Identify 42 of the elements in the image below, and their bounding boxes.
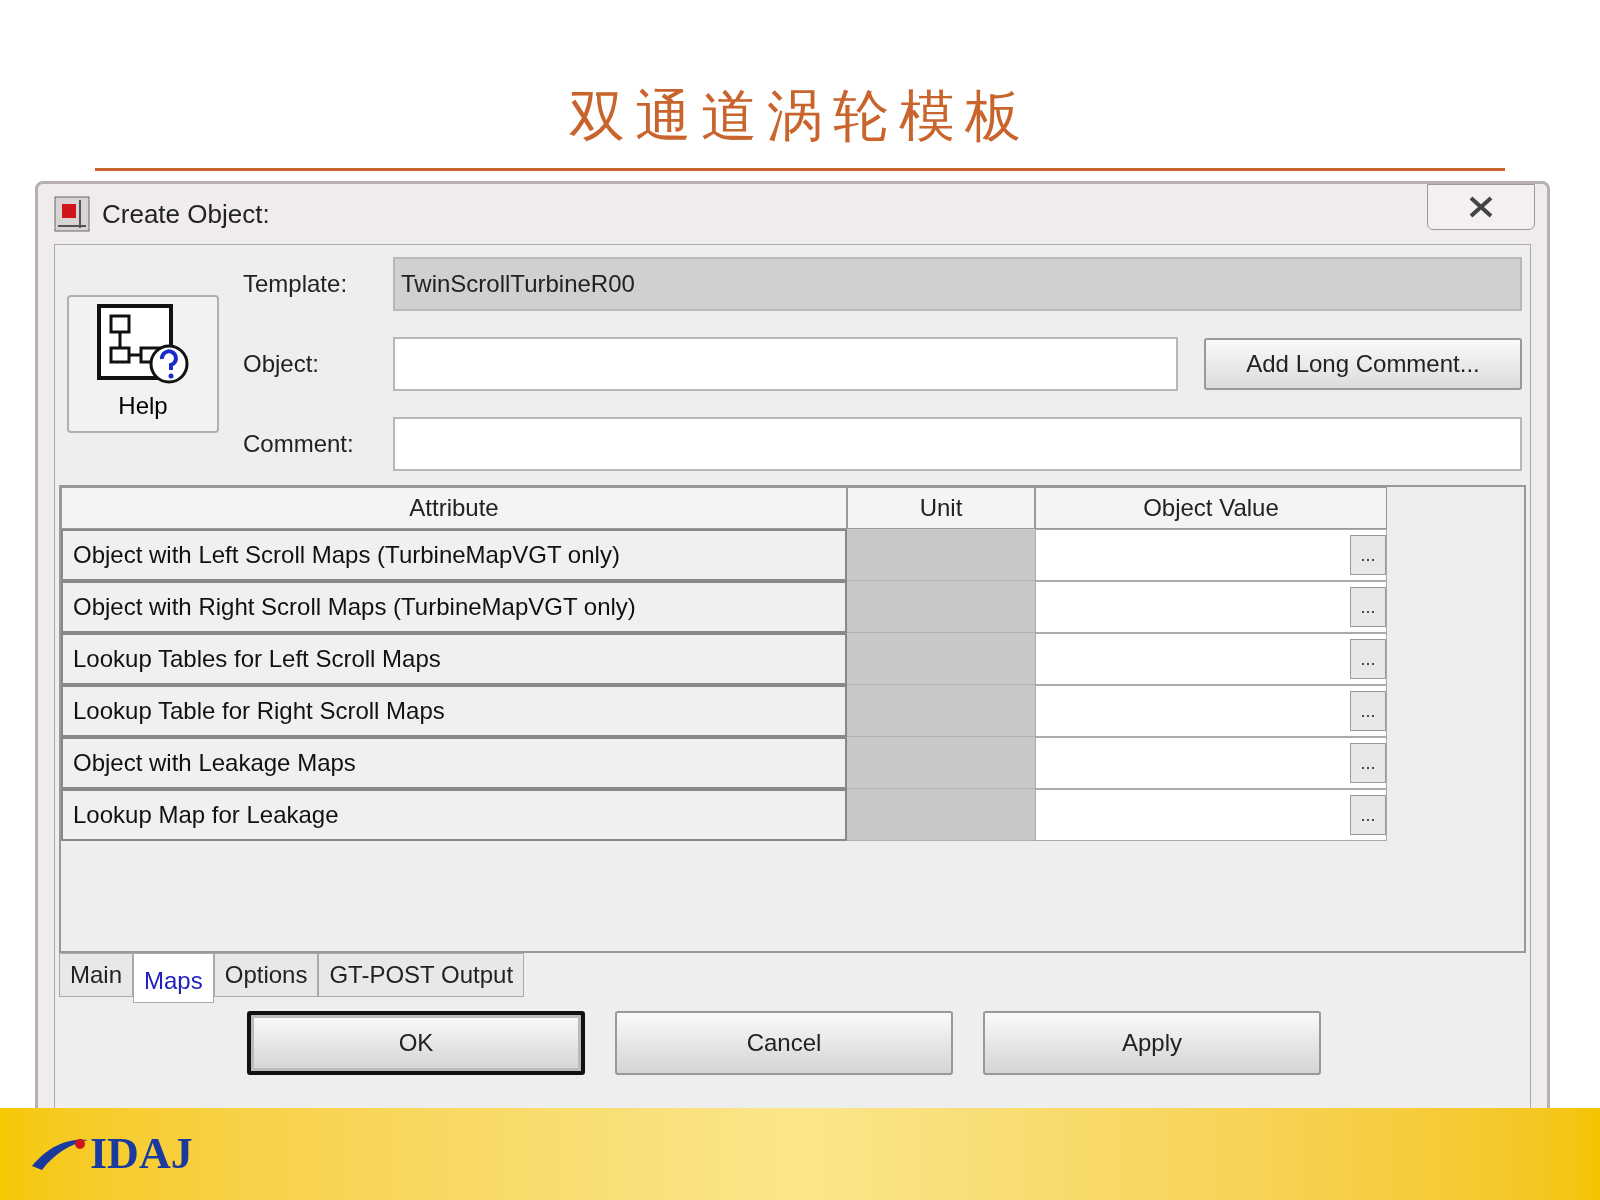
tab[interactable]: Main xyxy=(59,953,134,997)
dialog-button[interactable]: OK xyxy=(247,1011,585,1075)
column-header: Attribute xyxy=(61,487,847,529)
column-header: Unit xyxy=(847,487,1035,529)
attribute-cell: Lookup Map for Leakage xyxy=(61,789,847,841)
tab[interactable]: Maps xyxy=(133,953,214,1003)
close-icon xyxy=(1467,195,1495,219)
value-cell[interactable]: ... xyxy=(1035,633,1387,685)
help-button[interactable]: Help xyxy=(67,295,219,433)
browse-button[interactable]: ... xyxy=(1350,743,1386,783)
attribute-cell: Lookup Tables for Left Scroll Maps xyxy=(61,633,847,685)
browse-button[interactable]: ... xyxy=(1350,795,1386,835)
field-label: Comment: xyxy=(243,429,355,459)
field-label: Object: xyxy=(243,349,321,379)
app-icon xyxy=(54,196,90,232)
column-header: Object Value xyxy=(1035,487,1387,529)
value-cell[interactable]: ... xyxy=(1035,529,1387,581)
tab[interactable]: GT-POST Output xyxy=(318,953,525,997)
value-cell[interactable]: ... xyxy=(1035,737,1387,789)
close-button[interactable] xyxy=(1427,184,1535,230)
tab[interactable]: Options xyxy=(213,953,319,997)
add-comment-button[interactable]: Add Long Comment... xyxy=(1204,338,1522,390)
attribute-cell: Lookup Table for Right Scroll Maps xyxy=(61,685,847,737)
diagram-help-icon xyxy=(97,304,189,386)
attribute-cell: Object with Right Scroll Maps (TurbineMapVGT only) xyxy=(61,581,847,633)
attribute-cell: Object with Leakage Maps xyxy=(61,737,847,789)
browse-button[interactable]: ... xyxy=(1350,535,1386,575)
value-cell[interactable]: ... xyxy=(1035,581,1387,633)
logo-text: IDAJ xyxy=(90,1128,193,1180)
window-title: Create Object: xyxy=(102,197,270,231)
browse-button[interactable]: ... xyxy=(1350,691,1386,731)
field-label: Template: xyxy=(243,269,349,299)
value-cell[interactable]: ... xyxy=(1035,789,1387,841)
text-field[interactable] xyxy=(393,417,1522,471)
attribute-cell: Object with Left Scroll Maps (TurbineMapVGT only) xyxy=(61,529,847,581)
browse-button[interactable]: ... xyxy=(1350,587,1386,627)
text-field[interactable] xyxy=(393,337,1178,391)
slide-title: 双通道涡轮模板 xyxy=(569,82,1031,150)
browse-button[interactable]: ... xyxy=(1350,639,1386,679)
dialog-button[interactable]: Apply xyxy=(983,1011,1321,1075)
value-cell[interactable]: ... xyxy=(1035,685,1387,737)
dialog-button[interactable]: Cancel xyxy=(615,1011,953,1075)
